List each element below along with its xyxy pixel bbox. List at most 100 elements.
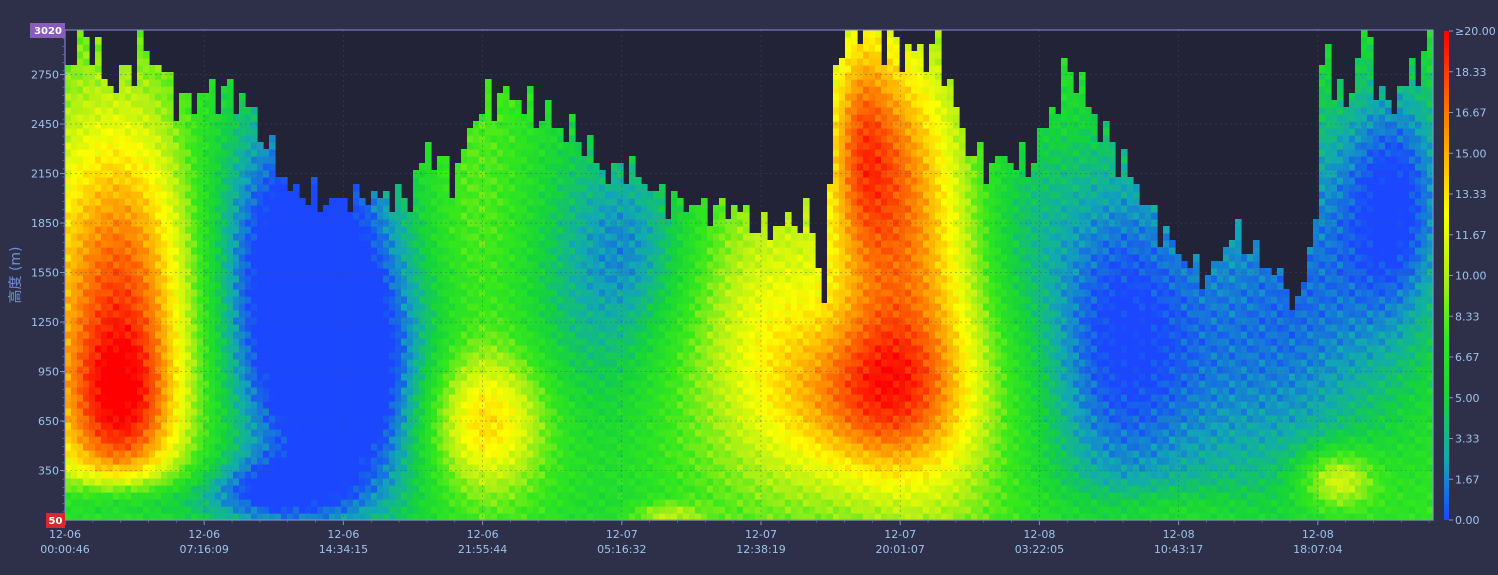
heatmap-cell: [77, 471, 84, 479]
heatmap-cell: [83, 513, 90, 521]
heatmap-cell: [137, 373, 144, 381]
heatmap-cell: [137, 44, 144, 52]
heatmap-cell: [491, 408, 498, 416]
heatmap-cell: [383, 303, 390, 311]
heatmap-cell: [239, 163, 246, 171]
heatmap-cell: [413, 352, 420, 360]
heatmap-cell: [89, 331, 96, 339]
heatmap-cell: [71, 121, 78, 129]
heatmap-cell: [263, 450, 270, 458]
heatmap-cell: [65, 163, 72, 171]
heatmap-cell: [251, 317, 258, 325]
heatmap-cell: [155, 338, 162, 346]
heatmap-cell: [257, 492, 264, 500]
heatmap-cell: [395, 506, 402, 514]
heatmap-cell: [107, 450, 114, 458]
heatmap-cell: [527, 317, 534, 325]
heatmap-cell: [587, 401, 594, 409]
heatmap-cell: [533, 163, 540, 171]
heatmap-cell: [281, 247, 288, 255]
heatmap-cell: [167, 415, 174, 423]
heatmap-cell: [119, 415, 126, 423]
heatmap-cell: [539, 254, 546, 262]
heatmap-cell: [551, 282, 558, 290]
heatmap-cell: [143, 226, 150, 234]
heatmap-cell: [107, 254, 114, 262]
heatmap-cell: [167, 429, 174, 437]
heatmap-cell: [65, 471, 72, 479]
heatmap-cell: [185, 149, 192, 157]
heatmap-cell: [569, 380, 576, 388]
heatmap-cell: [449, 254, 456, 262]
heatmap-cell: [293, 352, 300, 360]
heatmap-cell: [239, 142, 246, 150]
heatmap-cell: [587, 142, 594, 150]
heatmap-cell: [71, 177, 78, 185]
heatmap-cell: [515, 205, 522, 213]
heatmap-cell: [221, 261, 228, 269]
heatmap-cell: [479, 471, 486, 479]
heatmap-cell: [461, 317, 468, 325]
heatmap-cell: [251, 275, 258, 283]
heatmap-cell: [515, 184, 522, 192]
heatmap-cell: [491, 443, 498, 451]
heatmap-cell: [227, 177, 234, 185]
heatmap-cell: [119, 212, 126, 220]
heatmap-cell: [215, 457, 222, 465]
heatmap-cell: [407, 394, 414, 402]
heatmap-cell: [401, 310, 408, 318]
heatmap-cell: [191, 499, 198, 507]
heatmap-cell: [527, 128, 534, 136]
heatmap-cell: [377, 268, 384, 276]
heatmap-cell: [89, 128, 96, 136]
heatmap-cell: [197, 296, 204, 304]
heatmap-cell: [125, 394, 132, 402]
heatmap-cell: [575, 471, 582, 479]
heatmap-cell: [575, 205, 582, 213]
heatmap-cell: [179, 135, 186, 143]
heatmap-cell: [533, 401, 540, 409]
heatmap-cell: [251, 422, 258, 430]
heatmap-cell: [131, 128, 138, 136]
heatmap-cell: [305, 261, 312, 269]
heatmap-cell: [149, 128, 156, 136]
heatmap-cell: [149, 408, 156, 416]
heatmap-cell: [593, 247, 600, 255]
heatmap-cell: [461, 226, 468, 234]
heatmap-cell: [143, 310, 150, 318]
heatmap-cell: [233, 387, 240, 395]
heatmap-cell: [149, 366, 156, 374]
heatmap-cell: [239, 310, 246, 318]
heatmap-cell: [167, 485, 174, 493]
heatmap-cell: [491, 373, 498, 381]
heatmap-cell: [155, 457, 162, 465]
heatmap-cell: [101, 513, 108, 521]
heatmap-cell: [203, 156, 210, 164]
heatmap-cell: [233, 471, 240, 479]
heatmap-cell: [449, 303, 456, 311]
heatmap-cell: [431, 499, 438, 507]
heatmap-cell: [467, 205, 474, 213]
heatmap-cell: [359, 387, 366, 395]
heatmap-cell: [293, 443, 300, 451]
heatmap-cell: [593, 198, 600, 206]
heatmap-cell: [581, 254, 588, 262]
heatmap-cell: [137, 317, 144, 325]
heatmap-cell: [227, 485, 234, 493]
heatmap-cell: [449, 443, 456, 451]
heatmap-cell: [485, 457, 492, 465]
heatmap-cell: [131, 492, 138, 500]
heatmap-cell: [383, 338, 390, 346]
heatmap-cell: [575, 233, 582, 241]
heatmap-cell: [77, 380, 84, 388]
heatmap-cell: [185, 331, 192, 339]
heatmap-cell: [425, 429, 432, 437]
heatmap-cell: [227, 107, 234, 115]
heatmap-cell: [551, 338, 558, 346]
heatmap-cell: [71, 107, 78, 115]
heatmap-cell: [395, 303, 402, 311]
heatmap-cell: [485, 121, 492, 129]
heatmap-cell: [563, 394, 570, 402]
heatmap-cell: [155, 198, 162, 206]
heatmap-cell: [95, 86, 102, 94]
